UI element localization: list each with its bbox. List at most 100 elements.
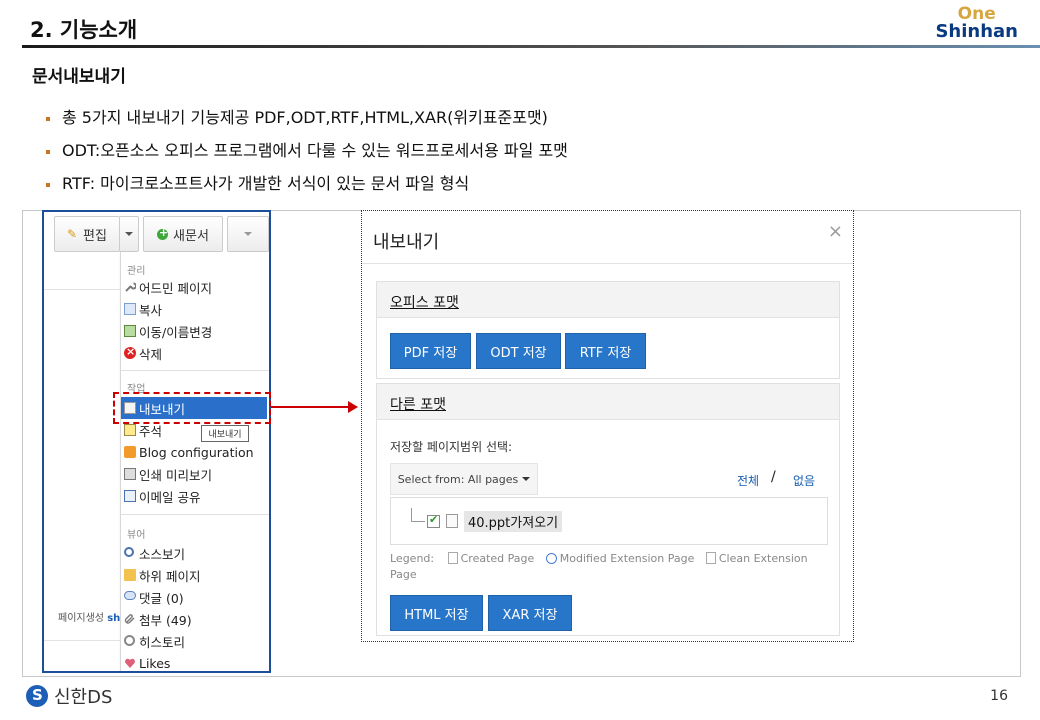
bullet-marker (46, 150, 50, 154)
pencil-icon: ✎ (67, 227, 78, 241)
edit-label: 편집 (83, 228, 107, 244)
legend-label: Legend: (390, 552, 435, 565)
comment-icon (124, 591, 136, 600)
bullet-text: 총 5가지 내보내기 기능제공 PDF,ODT,RTF,HTML,XAR(위키표… (62, 108, 548, 127)
select-all-link[interactable]: 전체 (737, 472, 759, 489)
html-save-button[interactable]: HTML 저장 (390, 595, 483, 631)
tree-item-label[interactable]: 40.ppt가져오기 (464, 511, 563, 532)
page-tree: 40.ppt가져오기 (390, 497, 828, 545)
bullet-item: RTF: 마이크로소프트사가 개발한 서식이 있는 문서 파일 형식 (46, 172, 568, 205)
footer-logo-text: 신한DS (54, 687, 113, 708)
content-divider (44, 640, 122, 641)
other-format-header: 다른 포맷 (377, 384, 839, 420)
content-divider (44, 289, 122, 290)
bullet-marker (46, 183, 50, 187)
odt-save-button[interactable]: ODT 저장 (476, 333, 561, 369)
pdf-save-button[interactable]: PDF 저장 (390, 333, 471, 369)
delete-icon (124, 345, 136, 359)
clock-icon (124, 635, 135, 646)
page-file-icon (446, 514, 458, 528)
select-none-link[interactable]: 없음 (793, 472, 815, 489)
menu-item-blog-configuration[interactable]: Blog configuration (121, 441, 269, 463)
other-format-panel: 다른 포맷 저장할 페이지범위 선택: Select from: All pag… (376, 383, 840, 636)
search-icon (124, 547, 134, 557)
page-number: 16 (990, 688, 1008, 704)
menu-item-admin-page[interactable]: 어드민 페이지 (121, 276, 269, 298)
page-checkbox[interactable] (427, 513, 440, 528)
printer-icon (124, 468, 136, 480)
rtf-save-button[interactable]: RTF 저장 (565, 333, 646, 369)
bullet-list: 총 5가지 내보내기 기능제공 PDF,ODT,RTF,HTML,XAR(위키표… (46, 106, 568, 205)
legend: Legend: Created Page Modified Extension … (390, 551, 830, 583)
xar-save-button[interactable]: XAR 저장 (488, 595, 572, 631)
brand-logo: One Shinhan (935, 6, 1018, 41)
export-highlight-box (113, 392, 271, 424)
menu-item-view-source[interactable]: 소스보기 (121, 542, 269, 564)
menu-item-history[interactable]: 히스토리 (121, 630, 269, 652)
paperclip-icon (124, 613, 136, 625)
new-document-button[interactable]: 새문서 (143, 216, 223, 252)
menu-item-label: 소스보기 (139, 546, 186, 562)
menu-item-label: 이메일 공유 (139, 489, 201, 505)
dialog-title: 내보내기 (373, 232, 440, 253)
menu-item-email-share[interactable]: 이메일 공유 (121, 485, 269, 507)
menu-item-label: 댓글 (0) (139, 590, 184, 606)
more-actions-button[interactable] (227, 216, 269, 252)
annotation-icon (124, 424, 136, 436)
menu-item-label: 이동/이름변경 (139, 324, 213, 340)
close-icon[interactable]: × (828, 221, 843, 242)
menu-item-print-preview[interactable]: 인쇄 미리보기 (121, 463, 269, 485)
legend-modified: Modified Extension Page (559, 552, 695, 565)
export-tooltip: 내보내기 (201, 425, 249, 442)
menu-item-label: 어드민 페이지 (139, 280, 212, 296)
callout-arrow-line (271, 406, 355, 408)
bullet-text: RTF: 마이크로소프트사가 개발한 서식이 있는 문서 파일 형식 (62, 174, 470, 193)
arrow-right-icon (348, 401, 358, 413)
other-format-label: 다른 포맷 (390, 397, 446, 413)
select-value: Select from: All pages (397, 472, 519, 486)
page-created-info: 페이지생성 sh (58, 609, 120, 624)
menu-item-label: Likes (139, 655, 171, 671)
copy-icon (124, 303, 136, 315)
menu-item-delete[interactable]: 삭제 (121, 342, 269, 364)
menu-item-label: Blog configuration (139, 444, 254, 460)
caret-down-icon (125, 232, 133, 236)
dialog-divider (362, 263, 853, 264)
menu-separator (121, 514, 269, 515)
header-divider (22, 45, 1040, 48)
folder-icon (124, 569, 136, 581)
menu-item-likes[interactable]: Likes (121, 652, 269, 671)
section-title: 문서내보내기 (32, 67, 126, 87)
menu-item-label: 하위 페이지 (139, 568, 201, 584)
heart-icon (124, 657, 136, 669)
brand-shinhan-text: Shinhan (935, 21, 1018, 42)
link-separator: / (771, 469, 776, 485)
menu-item-child-pages[interactable]: 하위 페이지 (121, 564, 269, 586)
shinhan-logo-icon (26, 685, 48, 707)
menu-item-label: 삭제 (139, 346, 163, 362)
page-range-select[interactable]: Select from: All pages (390, 463, 538, 495)
page-creator-link[interactable]: sh (107, 613, 120, 624)
edit-button[interactable]: ✎ 편집 (54, 216, 120, 252)
menu-item-attachments[interactable]: 첨부 (49) (121, 608, 269, 630)
slide-title: 2. 기능소개 (30, 18, 138, 42)
menu-item-move-rename[interactable]: 이동/이름변경 (121, 320, 269, 342)
menu-group-view: 뷰어 (127, 530, 146, 541)
office-format-panel: 오피스 포맷 PDF 저장 ODT 저장 RTF 저장 (376, 281, 840, 379)
clean-extension-icon (705, 552, 716, 564)
blog-icon (124, 446, 136, 458)
menu-separator (121, 370, 269, 371)
menu-item-comments[interactable]: 댓글 (0) (121, 586, 269, 608)
legend-created: Created Page (460, 552, 535, 565)
menu-item-label: 히스토리 (139, 634, 186, 650)
office-format-header: 오피스 포맷 (377, 282, 839, 318)
wrench-icon (124, 281, 137, 293)
export-dialog: 내보내기 × 오피스 포맷 PDF 저장 ODT 저장 RTF 저장 다른 포맷… (361, 210, 854, 642)
menu-item-copy[interactable]: 복사 (121, 298, 269, 320)
edit-dropdown-button[interactable] (119, 216, 139, 252)
tree-connector (411, 508, 425, 522)
page-created-prefix: 페이지생성 (58, 613, 104, 624)
actions-dropdown-menu: 관리 어드민 페이지 복사 이동/이름변경 삭제 작업 내보내기 주석 (120, 252, 269, 671)
caret-down-icon (244, 232, 252, 236)
page-range-label: 저장할 페이지범위 선택: (390, 440, 513, 454)
